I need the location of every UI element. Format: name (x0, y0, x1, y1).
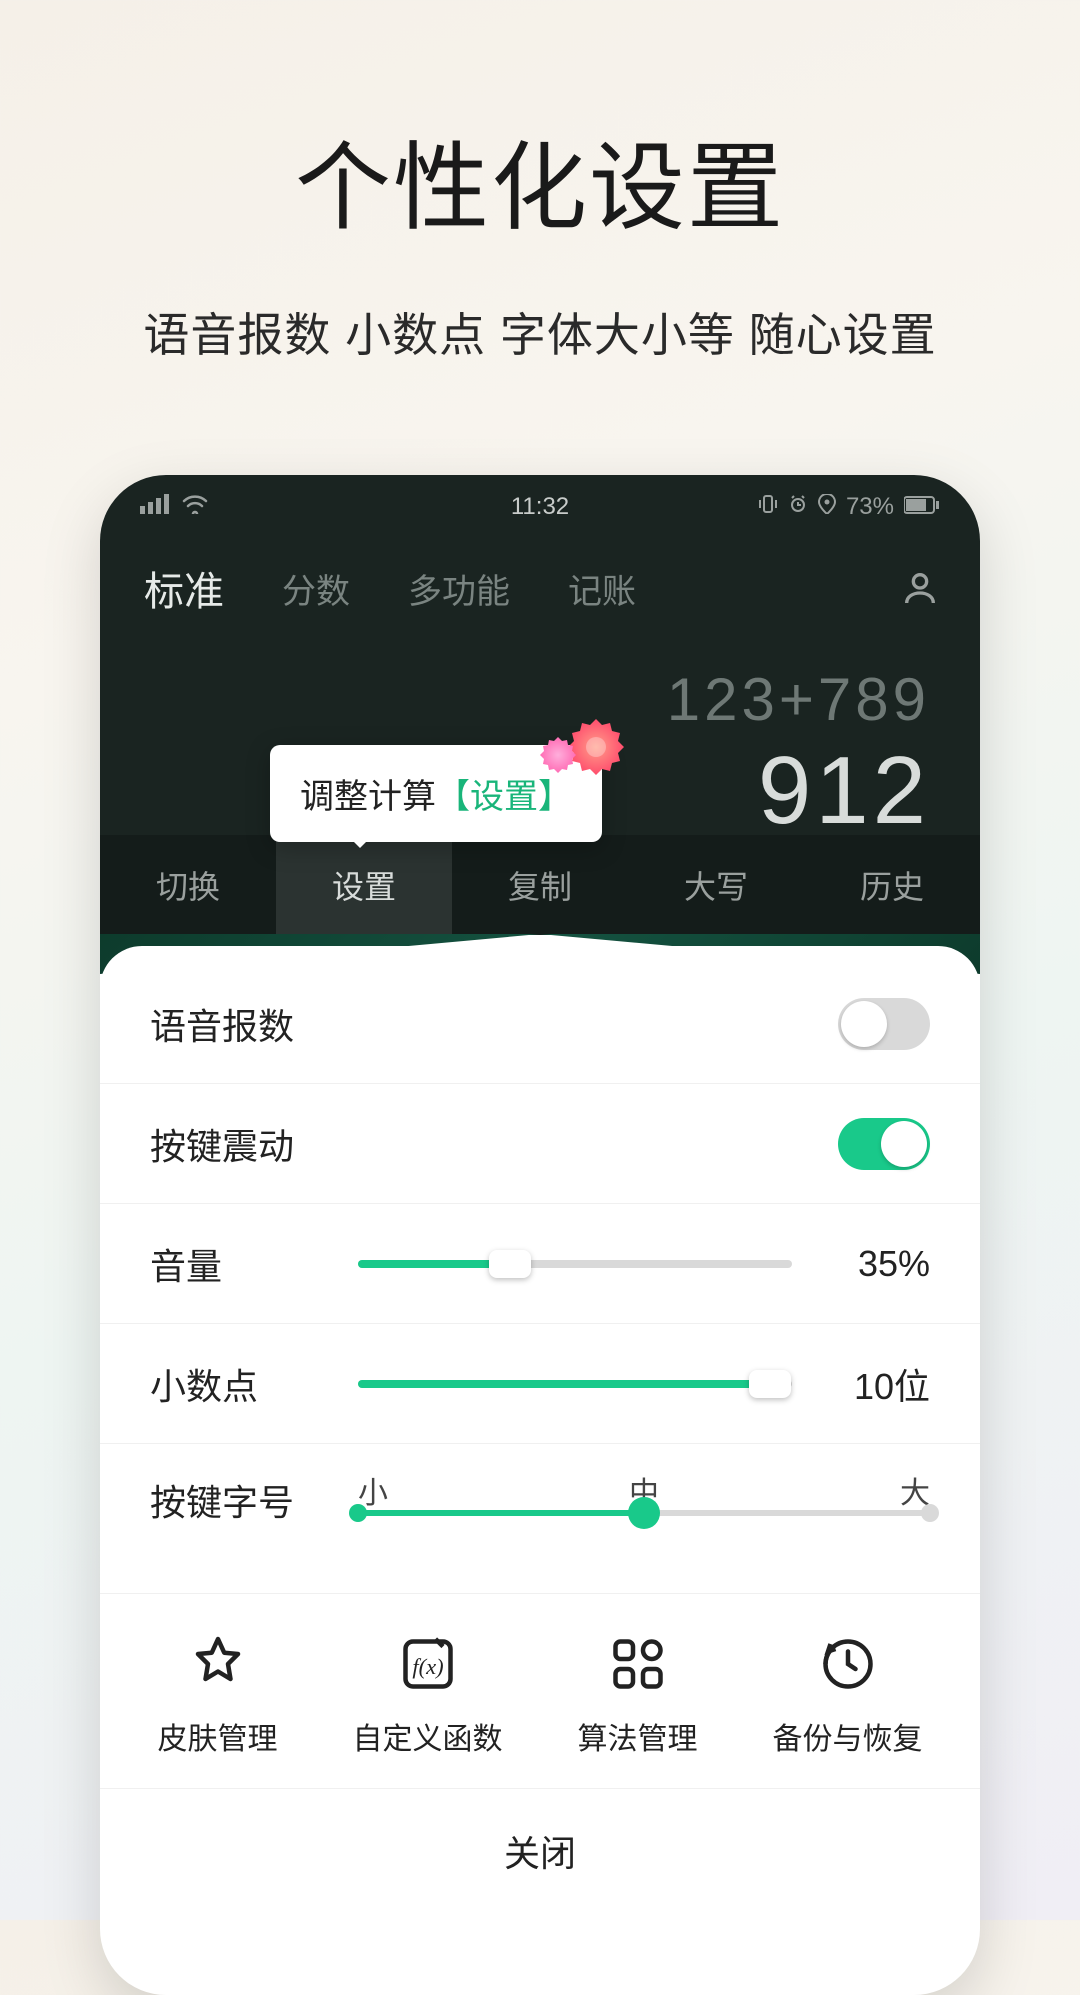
decimal-label: 小数点 (150, 1358, 330, 1410)
wifi-icon (182, 493, 208, 521)
action-switch[interactable]: 切换 (100, 835, 276, 935)
calculator-dark-area: 11:32 73% 标准 分数 多功能 记账 123+789 912 (100, 475, 980, 935)
decimal-value: 10位 (820, 1358, 930, 1410)
gear-small-icon (538, 735, 578, 775)
calc-display: 123+789 912 (667, 665, 930, 846)
clock-icon (818, 1634, 878, 1694)
tooltip-highlight: 【设置】 (436, 778, 572, 816)
tool-skin[interactable]: 皮肤管理 (158, 1634, 278, 1758)
tool-function-label: 自定义函数 (353, 1714, 503, 1758)
tab-standard[interactable]: 标准 (140, 551, 228, 625)
battery-icon (904, 493, 940, 521)
tool-algorithm[interactable]: 算法管理 (578, 1634, 698, 1758)
voice-toggle[interactable] (838, 998, 930, 1050)
vibrate-icon (758, 493, 778, 521)
row-fontsize: 按键字号 小 中 大 (100, 1444, 980, 1594)
fontsize-slider[interactable] (358, 1510, 930, 1516)
settings-sheet: 语音报数 按键震动 音量 35% 小数点 10位 按键字号 (100, 946, 980, 1913)
signal-icon (140, 493, 174, 521)
location-icon (818, 493, 836, 521)
decimal-slider[interactable] (358, 1380, 792, 1388)
volume-label: 音量 (150, 1238, 330, 1290)
fx-icon: f(x) (398, 1634, 458, 1694)
phone-frame: 11:32 73% 标准 分数 多功能 记账 123+789 912 (100, 475, 980, 1995)
tab-multifunction[interactable]: 多功能 (404, 556, 514, 621)
vibration-toggle[interactable] (838, 1118, 930, 1170)
action-row: 切换 设置 复制 大写 历史 (100, 835, 980, 935)
promo-subtitle: 语音报数 小数点 字体大小等 随心设置 (0, 299, 1080, 365)
tool-function[interactable]: f(x) 自定义函数 (353, 1634, 503, 1758)
action-history[interactable]: 历史 (804, 835, 980, 935)
calc-result: 912 (667, 736, 930, 846)
action-copy[interactable]: 复制 (452, 835, 628, 935)
fontsize-label: 按键字号 (150, 1474, 330, 1526)
volume-value: 35% (820, 1243, 930, 1285)
battery-text: 73% (846, 493, 894, 521)
voice-label: 语音报数 (150, 998, 330, 1050)
row-decimal: 小数点 10位 (100, 1324, 980, 1444)
top-tabs: 标准 分数 多功能 记账 (100, 521, 980, 625)
tool-backup[interactable]: 备份与恢复 (773, 1634, 923, 1758)
tooltip: 调整计算【设置】 (270, 745, 602, 842)
close-button[interactable]: 关闭 (100, 1789, 980, 1913)
calc-expression: 123+789 (667, 665, 930, 734)
row-vibration: 按键震动 (100, 1084, 980, 1204)
tab-fraction[interactable]: 分数 (278, 556, 354, 621)
profile-icon[interactable] (900, 568, 940, 608)
volume-slider[interactable] (358, 1260, 792, 1268)
tool-skin-label: 皮肤管理 (158, 1714, 278, 1758)
tool-backup-label: 备份与恢复 (773, 1714, 923, 1758)
tooltip-text: 调整计算 (300, 778, 436, 816)
action-uppercase[interactable]: 大写 (628, 835, 804, 935)
status-time: 11:32 (511, 493, 569, 521)
vibration-label: 按键震动 (150, 1118, 330, 1170)
grid-icon (608, 1634, 668, 1694)
promo-title: 个性化设置 (0, 0, 1080, 249)
alarm-icon (788, 493, 808, 521)
tool-algorithm-label: 算法管理 (578, 1714, 698, 1758)
statusbar: 11:32 73% (100, 475, 980, 521)
row-voice: 语音报数 (100, 964, 980, 1084)
svg-text:f(x): f(x) (412, 1654, 443, 1679)
row-volume: 音量 35% (100, 1204, 980, 1324)
tab-accounting[interactable]: 记账 (564, 556, 640, 621)
star-icon (188, 1634, 248, 1694)
tools-row: 皮肤管理 f(x) 自定义函数 算法管理 备份与恢复 (100, 1594, 980, 1789)
